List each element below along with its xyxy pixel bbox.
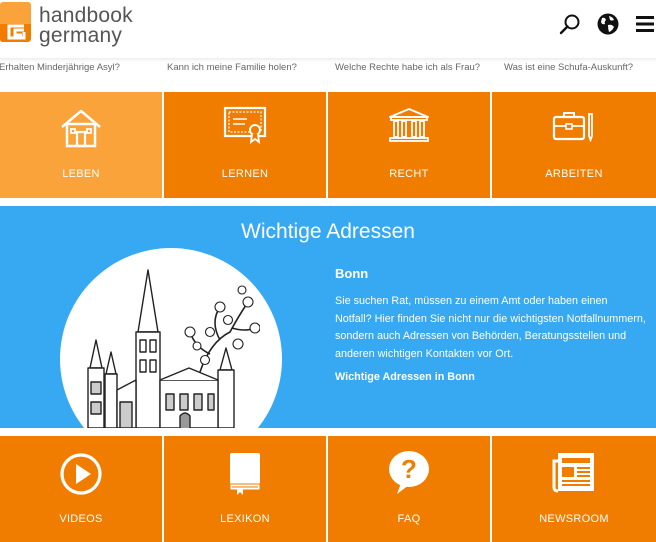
book-icon [229,453,261,495]
tile-label: RECHT [389,168,429,180]
menu-icon[interactable] [634,12,656,36]
tile-newsroom[interactable]: NEWSROOM [492,436,656,542]
question-bubble-icon: ? [389,451,429,494]
banner-title: Wichtige Adressen [241,220,415,243]
tile-label: LERNEN [221,168,269,180]
addresses-link[interactable]: Wichtige Adressen in Bonn [335,371,475,383]
tile-videos[interactable]: VIDEOS [0,436,162,542]
brand-line2: germany [39,24,123,47]
question-link[interactable]: Kann ich meine Familie holen? [167,62,297,73]
brand-logo[interactable]: handbook germany [39,4,133,47]
newspaper-icon [552,453,594,493]
tile-leben[interactable]: LEBEN [0,92,162,198]
banner-description: Sie suchen Rat, müssen zu einem Amt oder… [335,295,646,360]
house-icon [61,109,101,148]
important-addresses-banner: Wichtige Adressen Bonn Sie suchen Rat, m… [0,206,656,470]
play-icon [60,453,102,495]
question-link[interactable]: Erhalten Minderjährige Asyl? [0,62,120,73]
tile-label: LEBEN [62,168,100,180]
tile-lexikon[interactable]: LEXIKON [164,436,326,542]
tile-label: NEWSROOM [539,513,609,525]
city-name: Bonn [335,266,369,281]
faq-question-strip: Erhalten Minderjährige Asyl? Kann ich me… [0,58,656,82]
bonn-minster-illustration [87,269,260,428]
brand-line1: handbook [39,4,133,27]
question-link[interactable]: Was ist eine Schufa-Auskunft? [504,62,633,73]
tile-lernen[interactable]: LERNEN [164,92,326,198]
svg-text:?: ? [401,454,417,484]
logo-icon[interactable] [0,2,31,42]
site-header: handbook germany [0,0,656,58]
globe-icon[interactable] [596,12,620,36]
search-icon[interactable] [558,12,582,36]
tile-arbeiten[interactable]: ARBEITEN [492,92,656,198]
certificate-icon [223,106,267,144]
courthouse-icon [389,108,429,142]
tile-label: FAQ [397,513,421,525]
tile-recht[interactable]: RECHT [328,92,490,198]
question-link[interactable]: Welche Rechte habe ich als Frau? [335,62,480,73]
tile-label: ARBEITEN [545,168,603,180]
tile-label: LEXIKON [220,513,270,525]
tile-faq[interactable]: ? FAQ [328,436,490,542]
briefcase-icon [552,112,593,142]
tile-label: VIDEOS [59,513,103,525]
